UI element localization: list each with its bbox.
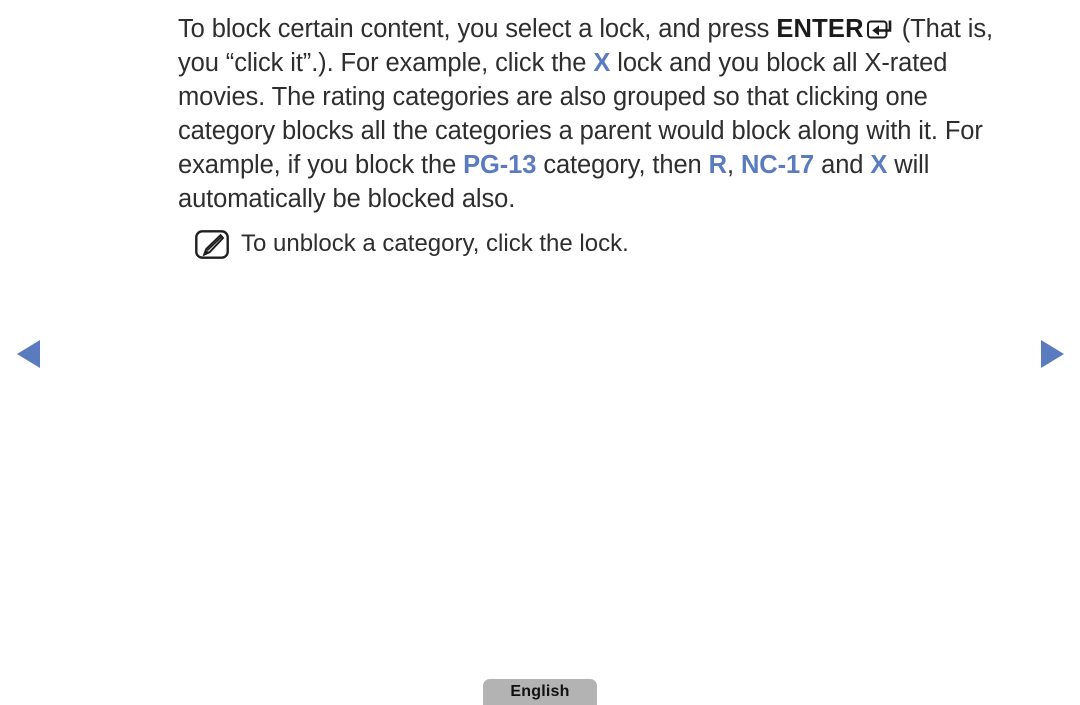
rating-pg13: PG-13 — [463, 151, 537, 179]
rating-r: R — [708, 151, 727, 179]
rating-x-first: X — [593, 49, 611, 77]
next-page-arrow[interactable] — [1035, 336, 1069, 372]
help-paragraph: To block certain content, you select a l… — [178, 12, 1008, 216]
text-segment-6: and — [814, 151, 871, 179]
text-segment-1: To block certain content, you select a l… — [178, 15, 777, 43]
previous-page-arrow[interactable] — [12, 336, 46, 372]
enter-key-label: ENTER — [776, 15, 864, 43]
text-segment-4: category, then — [536, 151, 709, 179]
enter-key-icon — [866, 15, 894, 39]
rating-x-second: X — [870, 151, 888, 179]
note-pencil-icon — [195, 229, 229, 259]
rating-nc17: NC-17 — [740, 151, 815, 179]
text-segment-5: , — [726, 151, 741, 179]
language-button[interactable]: English — [483, 679, 597, 705]
note-row: To unblock a category, click the lock. — [195, 229, 629, 259]
note-text: To unblock a category, click the lock. — [241, 230, 629, 257]
help-content: To block certain content, you select a l… — [178, 12, 1008, 216]
